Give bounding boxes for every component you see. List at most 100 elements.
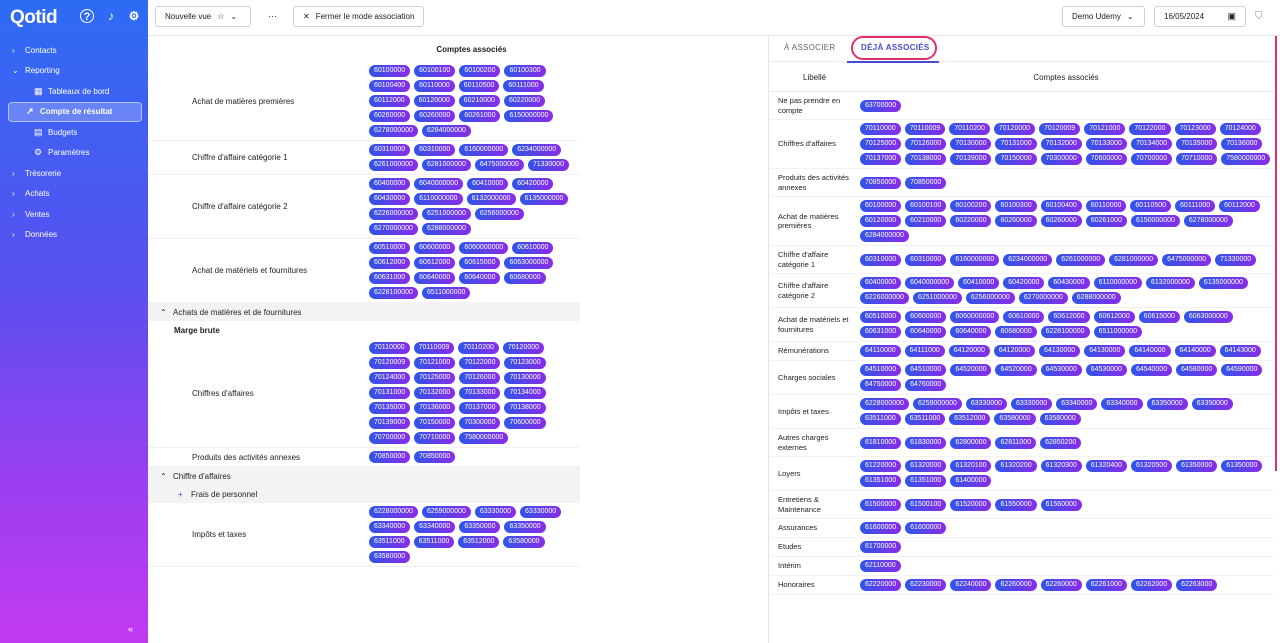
account-chip[interactable]: 6228000000 [860,398,909,410]
account-chip[interactable]: 71330000 [527,159,569,171]
account-chip[interactable]: 60612000 [1048,311,1090,323]
account-chip[interactable]: 6063000000 [1183,311,1233,323]
account-chip[interactable]: 70122000 [459,357,501,369]
account-chip[interactable]: 60430000 [1048,277,1090,289]
account-chip[interactable]: 60100400 [1040,200,1082,212]
account-chip[interactable]: 63350000 [459,521,501,533]
account-chip[interactable]: 60610000 [512,242,554,254]
account-chip[interactable]: 60310000 [905,253,947,266]
account-chip[interactable]: 62230000 [905,579,947,591]
account-chip[interactable]: 70120009 [1039,123,1081,135]
account-chip[interactable]: 6150000000 [1130,215,1180,227]
account-chip[interactable]: 63580000 [503,536,545,548]
account-chip[interactable]: 64520000 [995,364,1037,376]
account-chip[interactable]: 60410000 [467,178,509,190]
account-chip[interactable]: 7580000000 [1221,153,1271,165]
account-chip[interactable]: 60100300 [504,65,546,77]
account-chip[interactable]: 6160000000 [950,253,1000,266]
account-chip[interactable]: 6281000000 [1109,253,1159,266]
account-chip[interactable]: 64510000 [905,364,947,376]
account-chip[interactable]: 6234000000 [1003,253,1053,266]
account-chip[interactable]: 70130000 [504,372,546,384]
account-chip[interactable]: 61700000 [860,541,902,553]
account-chip[interactable]: 6251000000 [421,208,471,220]
account-chip[interactable]: 63330000 [965,398,1008,410]
account-chip[interactable]: 60100300 [995,200,1037,212]
account-chip[interactable]: 60600000 [414,242,456,254]
account-chip[interactable]: 6132000000 [1145,277,1195,289]
account-chip[interactable]: 6040000000 [414,178,464,190]
sidebar-item-0[interactable]: › Contacts [0,40,148,61]
account-chip[interactable]: 70850000 [860,176,902,189]
account-chip[interactable]: 70121000 [414,357,456,369]
section-header[interactable]: + Frais de personnel [148,485,580,503]
account-chip[interactable]: 60110000 [414,80,455,92]
account-chip[interactable]: 60120000 [860,215,902,227]
account-chip[interactable]: 70135000 [1176,138,1218,150]
help-icon[interactable]: ? [80,9,94,23]
account-chip[interactable]: 6270000000 [369,223,418,235]
account-chip[interactable]: 6063000000 [504,257,554,269]
brand-logo[interactable]: Qotid [10,7,58,29]
account-chip[interactable]: 6135000000 [519,193,569,205]
account-chip[interactable]: 64510000 [860,364,902,376]
account-chip[interactable]: 64143000 [1219,345,1261,357]
account-chip[interactable]: 64530000 [1040,364,1082,376]
account-chip[interactable]: 60612000 [369,257,411,269]
account-chip[interactable]: 6110000000 [1093,277,1142,289]
account-chip[interactable]: 70150000 [414,417,456,429]
account-chip[interactable]: 60612000 [414,257,456,269]
sidebar-item-1[interactable]: ⌄ Reporting [0,61,148,82]
account-chip[interactable]: 61320400 [1085,460,1127,472]
account-chip[interactable]: 6234000000 [512,144,562,156]
account-chip[interactable]: 71330000 [1215,253,1257,266]
account-chip[interactable]: 60610000 [1003,311,1045,323]
account-chip[interactable]: 70139000 [369,417,411,429]
account-chip[interactable]: 63511000 [860,413,901,425]
account-chip[interactable]: 70850000 [414,451,456,463]
account-chip[interactable]: 61520000 [950,498,992,511]
account-chip[interactable]: 70710000 [414,432,456,444]
calendar-icon[interactable]: ▣ [1227,11,1236,22]
account-chip[interactable]: 6135000000 [1198,277,1248,289]
account-chip[interactable]: 61320200 [995,460,1037,472]
account-chip[interactable]: 6288000000 [421,223,471,235]
account-chip[interactable]: 60100400 [369,80,411,92]
account-chip[interactable]: 61320000 [905,460,947,472]
account-chip[interactable]: 70131000 [995,138,1037,150]
sidebar-item-4[interactable]: › Ventes [0,204,148,225]
account-chip[interactable]: 62261000 [1085,579,1127,591]
account-chip[interactable]: 62263000 [1176,579,1218,591]
account-chip[interactable]: 6278000000 [369,125,418,137]
account-chip[interactable]: 63340000 [369,521,411,533]
account-chip[interactable]: 70700000 [369,432,411,444]
account-chip[interactable]: 6228100000 [1040,326,1090,338]
account-chip[interactable]: 60510000 [860,311,902,323]
account-chip[interactable]: 6228000000 [369,506,418,518]
account-chip[interactable]: 60612000 [1093,311,1135,323]
account-chip[interactable]: 6288000000 [1071,292,1121,304]
account-chip[interactable]: 6475000000 [1162,253,1211,266]
settings-icon[interactable]: ⚙ [127,9,141,23]
account-chip[interactable]: 64750000 [860,379,902,391]
account-chip[interactable]: 60430000 [369,193,411,205]
account-chip[interactable]: 6261000000 [1056,253,1106,266]
account-chip[interactable]: 70850000 [905,176,947,189]
account-chip[interactable]: 61500100 [905,498,947,511]
account-chip[interactable]: 60110500 [1130,200,1172,212]
account-chip[interactable]: 63330000 [520,506,562,518]
account-chip[interactable]: 6251000000 [912,292,962,304]
collapse-icon[interactable]: ⌃ [160,472,173,481]
account-chip[interactable]: 70300000 [1040,153,1082,165]
account-chip[interactable]: 63700000 [860,99,902,112]
account-chip[interactable]: 60400000 [369,178,411,190]
account-chip[interactable]: 70150000 [995,153,1037,165]
account-chip[interactable]: 60260000 [414,110,456,122]
account-chip[interactable]: 63350000 [1191,398,1233,410]
account-chip[interactable]: 64580000 [1176,364,1218,376]
account-chip[interactable]: 60615000 [459,257,501,269]
account-chip[interactable]: 64120000 [948,345,990,357]
account-chip[interactable]: 62260000 [995,579,1037,591]
account-chip[interactable]: 60110000 [1085,200,1127,212]
account-chip[interactable]: 70121000 [1084,123,1126,135]
